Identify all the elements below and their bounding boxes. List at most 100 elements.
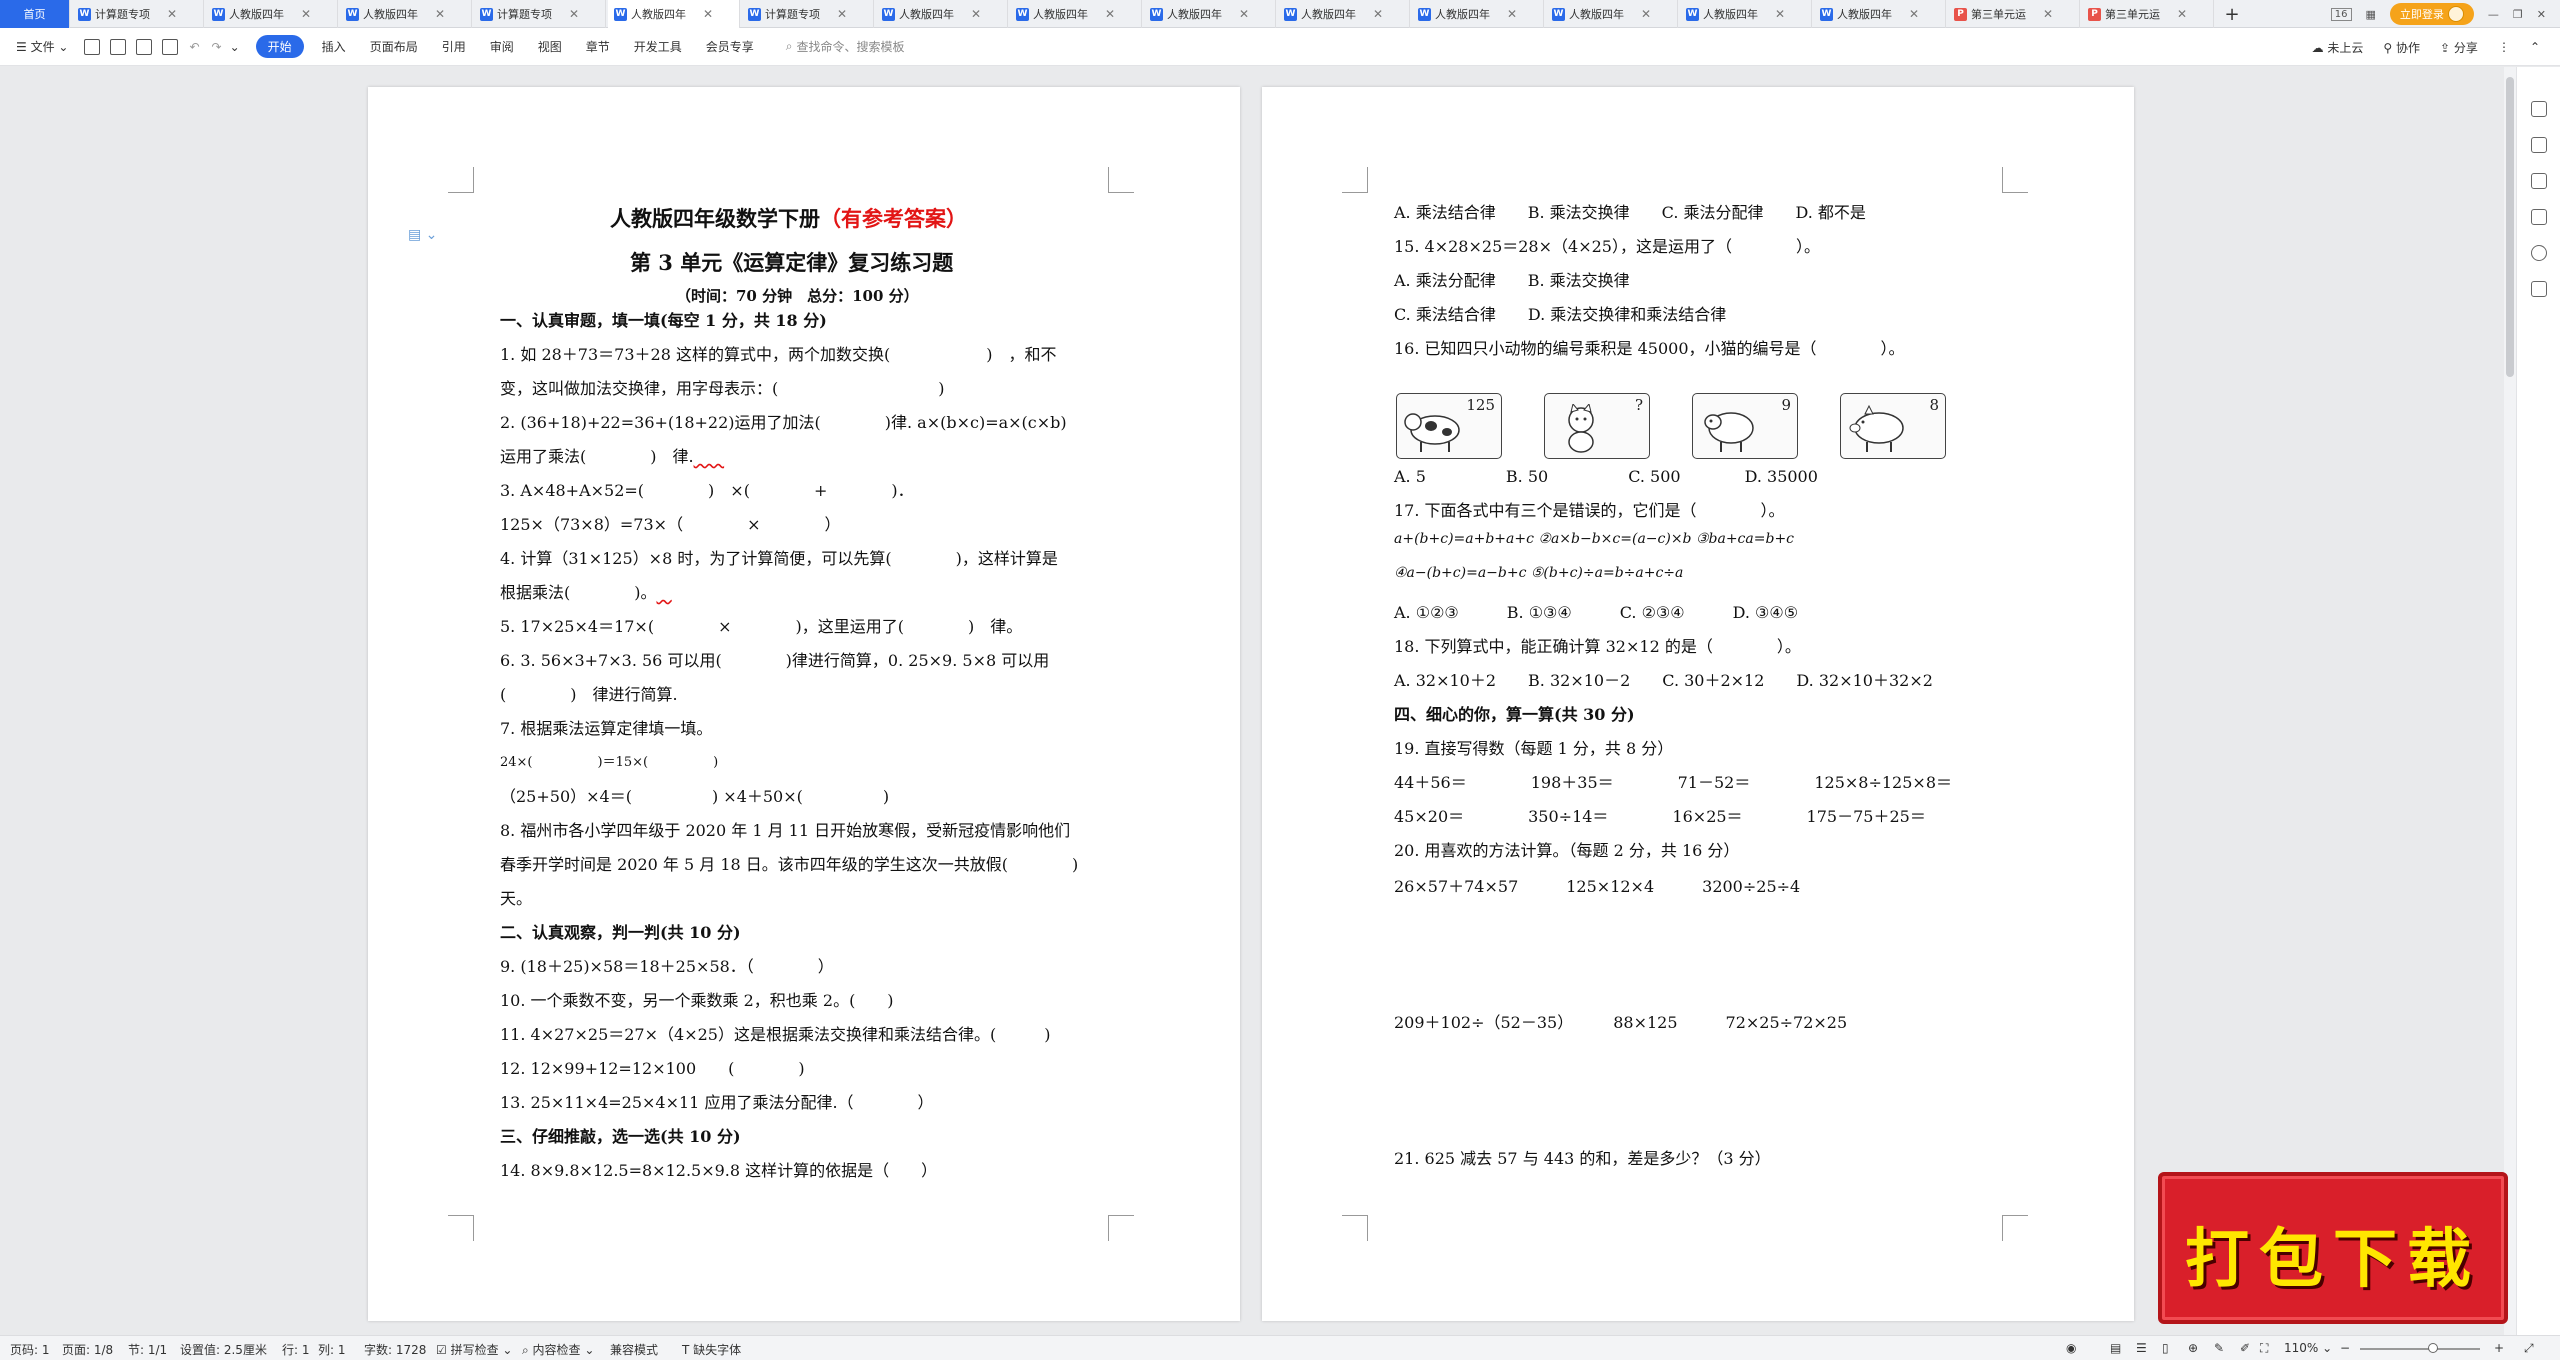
collaborate-button[interactable]: ⚲ 协作	[2383, 39, 2420, 56]
menu-view[interactable]: 视图	[538, 38, 562, 55]
print-icon[interactable]	[136, 38, 153, 55]
close-icon[interactable]: ✕	[703, 7, 713, 21]
question-line: 运用了乘法( ) 律.	[500, 443, 724, 467]
close-icon[interactable]: ✕	[2177, 7, 2187, 21]
close-icon[interactable]: ✕	[435, 7, 445, 21]
document-area[interactable]: ▤ ⌄ 人教版四年级数学下册（有参考答案） 第 3 单元《运算定律》复习练习题 …	[0, 67, 2504, 1335]
content-check-button[interactable]: ⌕ 内容检查 ⌄	[522, 1341, 594, 1358]
tab-document[interactable]: W 人教版四年 ✕	[1278, 0, 1410, 28]
adjust-icon[interactable]	[2531, 173, 2547, 189]
document-page-2[interactable]: A. 乘法结合律 B. 乘法交换律 C. 乘法分配律 D. 都不是 15. 4×…	[1262, 87, 2134, 1321]
minimize-icon[interactable]: —	[2488, 8, 2499, 21]
close-icon[interactable]: ✕	[301, 7, 311, 21]
export-icon[interactable]	[110, 38, 127, 55]
zoom-slider[interactable]	[2360, 1343, 2480, 1353]
image-icon[interactable]	[2531, 209, 2547, 225]
restore-icon[interactable]: ❐	[2513, 8, 2523, 21]
tab-document-active[interactable]: W 人教版四年 ✕	[608, 0, 740, 28]
view-read-icon[interactable]: ▯	[2162, 1341, 2169, 1355]
file-menu-button[interactable]: ☰ 文件 ⌄	[16, 38, 68, 55]
close-icon[interactable]: ✕	[1239, 7, 1249, 21]
close-icon[interactable]: ✕	[837, 7, 847, 21]
login-button[interactable]: 立即登录	[2389, 3, 2474, 25]
spellcheck-button[interactable]: ☑ 拼写检查 ⌄	[436, 1341, 512, 1358]
cloud-status-button[interactable]: ☁ 未上云	[2312, 39, 2364, 56]
close-icon[interactable]: ✕	[1373, 7, 1383, 21]
share-button[interactable]: ⇪ 分享	[2440, 39, 2478, 56]
tab-document[interactable]: W 人教版四年 ✕	[1546, 0, 1678, 28]
tab-document[interactable]: W 人教版四年 ✕	[1814, 0, 1946, 28]
view-outline-icon[interactable]: ☰	[2136, 1341, 2147, 1355]
close-window-icon[interactable]: ✕	[2537, 8, 2546, 21]
close-icon[interactable]: ✕	[1775, 7, 1785, 21]
close-icon[interactable]: ✕	[1641, 7, 1651, 21]
tab-document[interactable]: W 人教版四年 ✕	[876, 0, 1008, 28]
redo-icon[interactable]: ↷	[212, 40, 222, 54]
menu-home[interactable]: 开始	[255, 35, 304, 58]
status-page-count[interactable]: 页面: 1/8	[62, 1341, 113, 1358]
new-tab-button[interactable]: +	[2218, 0, 2248, 28]
tab-document[interactable]: P 第三单元运 ✕	[1948, 0, 2080, 28]
view-page-icon[interactable]: ▤	[2110, 1341, 2121, 1355]
select-icon[interactable]	[2531, 137, 2547, 153]
zoom-in-button[interactable]: +	[2494, 1341, 2504, 1355]
menu-page-layout[interactable]: 页面布局	[370, 38, 418, 55]
command-search[interactable]: ⌕ 查找命令、搜索模板	[786, 38, 905, 55]
view-pen-icon[interactable]: ✐	[2240, 1341, 2250, 1355]
eye-protection-icon[interactable]: ◉	[2066, 1341, 2076, 1355]
tab-label: 计算题专项	[95, 8, 150, 21]
zoom-slider-knob[interactable]	[2428, 1343, 2438, 1353]
zoom-fit-icon[interactable]: ⛶	[2260, 1341, 2268, 1356]
tab-home[interactable]: 首页	[0, 0, 70, 28]
preview-icon[interactable]	[162, 38, 179, 55]
document-page-1[interactable]: ▤ ⌄ 人教版四年级数学下册（有参考答案） 第 3 单元《运算定律》复习练习题 …	[368, 87, 1240, 1321]
close-icon[interactable]: ✕	[569, 7, 579, 21]
more-icon[interactable]: ⋮	[2498, 40, 2510, 54]
location-icon[interactable]	[2531, 245, 2547, 261]
vertical-scrollbar[interactable]	[2504, 67, 2516, 1335]
grid-view-icon[interactable]: ▦	[2366, 8, 2376, 21]
menu-insert[interactable]: 插入	[322, 38, 346, 55]
status-word-count[interactable]: 字数: 1728	[364, 1341, 426, 1358]
tab-document[interactable]: W 计算题专项 ✕	[72, 0, 204, 28]
tab-document[interactable]: W 计算题专项 ✕	[742, 0, 874, 28]
close-icon[interactable]: ✕	[971, 7, 981, 21]
tab-document[interactable]: W 计算题专项 ✕	[474, 0, 606, 28]
tab-document[interactable]: W 人教版四年 ✕	[1412, 0, 1544, 28]
wps-doc-icon: W	[1016, 7, 1029, 21]
menu-review[interactable]: 审阅	[490, 38, 514, 55]
tab-document[interactable]: W 人教版四年 ✕	[206, 0, 338, 28]
view-write-icon[interactable]: ✎	[2214, 1341, 2224, 1355]
view-web-icon[interactable]: ⊕	[2188, 1341, 2198, 1355]
menu-chapter[interactable]: 章节	[586, 38, 610, 55]
close-icon[interactable]: ✕	[1105, 7, 1115, 21]
edit-icon[interactable]	[2531, 101, 2547, 117]
menu-references[interactable]: 引用	[442, 38, 466, 55]
missing-font-button[interactable]: T 缺失字体	[682, 1341, 741, 1358]
tab-document[interactable]: P 第三单元运 ✕	[2082, 0, 2214, 28]
tab-document[interactable]: W 人教版四年 ✕	[1010, 0, 1142, 28]
close-icon[interactable]: ✕	[1507, 7, 1517, 21]
tab-label: 人教版四年	[1301, 8, 1356, 21]
scrollbar-thumb[interactable]	[2506, 77, 2514, 377]
zoom-level[interactable]: 110% ⌄	[2284, 1341, 2332, 1355]
close-icon[interactable]: ✕	[167, 7, 177, 21]
customize-icon[interactable]: ⌄	[230, 40, 240, 54]
tab-counter[interactable]: 16	[2330, 7, 2352, 21]
close-icon[interactable]: ✕	[2043, 7, 2053, 21]
collapse-ribbon-icon[interactable]: ⌃	[2530, 40, 2540, 54]
book-icon[interactable]	[2531, 281, 2547, 297]
calc-line: 45×20＝ 350÷14＝ 16×25＝ 175－75＋25＝	[1394, 807, 1926, 826]
fullscreen-icon[interactable]: ⤢	[2524, 1341, 2534, 1356]
save-icon[interactable]	[84, 38, 101, 55]
tab-document[interactable]: W 人教版四年 ✕	[1680, 0, 1812, 28]
menu-developer[interactable]: 开发工具	[634, 38, 682, 55]
tab-document[interactable]: W 人教版四年 ✕	[1144, 0, 1276, 28]
download-badge[interactable]: 打包下载	[2158, 1172, 2508, 1324]
close-icon[interactable]: ✕	[1909, 7, 1919, 21]
tab-document[interactable]: W 人教版四年 ✕	[340, 0, 472, 28]
zoom-out-button[interactable]: −	[2340, 1341, 2350, 1355]
menu-member[interactable]: 会员专享	[706, 38, 754, 55]
undo-icon[interactable]: ↶	[189, 40, 199, 54]
navigation-icon[interactable]: ▤ ⌄	[408, 227, 437, 243]
